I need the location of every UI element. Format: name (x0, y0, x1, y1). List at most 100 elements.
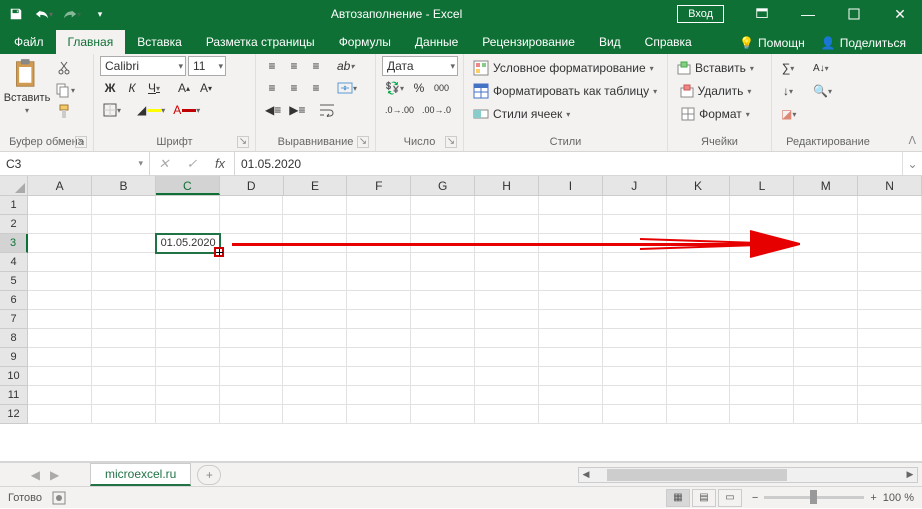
clear-button[interactable]: ◪ (778, 104, 799, 124)
cell-E8[interactable] (283, 329, 347, 348)
cell-E7[interactable] (283, 310, 347, 329)
italic-button[interactable]: К (122, 78, 142, 98)
scroll-thumb[interactable] (607, 469, 787, 481)
cell-styles-button[interactable]: Стили ячеек (470, 104, 660, 124)
cell-B8[interactable] (92, 329, 156, 348)
cell-C11[interactable] (156, 386, 220, 405)
row-header-3[interactable]: 3 (0, 234, 28, 253)
cell-F7[interactable] (347, 310, 411, 329)
cell-K5[interactable] (667, 272, 731, 291)
col-header-C[interactable]: C (156, 176, 220, 195)
cell-A3[interactable] (28, 234, 92, 253)
cell-I8[interactable] (539, 329, 603, 348)
cell-H9[interactable] (475, 348, 539, 367)
cell-D12[interactable] (220, 405, 284, 424)
col-header-A[interactable]: A (28, 176, 92, 195)
cell-G10[interactable] (411, 367, 475, 386)
cell-B6[interactable] (92, 291, 156, 310)
cell-J5[interactable] (603, 272, 667, 291)
cell-N11[interactable] (858, 386, 922, 405)
cut-button[interactable] (52, 58, 78, 78)
cell-F2[interactable] (347, 215, 411, 234)
cell-M6[interactable] (794, 291, 858, 310)
cell-F1[interactable] (347, 196, 411, 215)
cell-G8[interactable] (411, 329, 475, 348)
cell-N5[interactable] (858, 272, 922, 291)
cell-G5[interactable] (411, 272, 475, 291)
cell-A4[interactable] (28, 253, 92, 272)
cell-D10[interactable] (220, 367, 284, 386)
cell-C6[interactable] (156, 291, 220, 310)
tab-home[interactable]: Главная (56, 30, 126, 54)
bold-button[interactable]: Ж (100, 78, 120, 98)
col-header-B[interactable]: B (92, 176, 156, 195)
cell-C10[interactable] (156, 367, 220, 386)
cell-B12[interactable] (92, 405, 156, 424)
cell-L11[interactable] (730, 386, 794, 405)
number-launcher[interactable]: ↘ (445, 136, 457, 148)
cell-H8[interactable] (475, 329, 539, 348)
cell-B11[interactable] (92, 386, 156, 405)
cell-E12[interactable] (283, 405, 347, 424)
cell-M10[interactable] (794, 367, 858, 386)
collapse-ribbon-button[interactable]: ᐱ (908, 134, 916, 147)
fill-handle[interactable] (214, 247, 224, 257)
cell-N2[interactable] (858, 215, 922, 234)
cell-E5[interactable] (283, 272, 347, 291)
cell-D2[interactable] (220, 215, 284, 234)
decrease-indent-button[interactable]: ◀≡ (262, 100, 284, 120)
row-header-7[interactable]: 7 (0, 310, 28, 329)
cell-B4[interactable] (92, 253, 156, 272)
cell-H7[interactable] (475, 310, 539, 329)
cell-L8[interactable] (730, 329, 794, 348)
row-header-12[interactable]: 12 (0, 405, 28, 424)
row-header-5[interactable]: 5 (0, 272, 28, 291)
cell-I9[interactable] (539, 348, 603, 367)
cell-K8[interactable] (667, 329, 731, 348)
cell-M7[interactable] (794, 310, 858, 329)
cell-F8[interactable] (347, 329, 411, 348)
cell-G7[interactable] (411, 310, 475, 329)
number-format-combo[interactable]: Дата (382, 56, 458, 76)
cell-I6[interactable] (539, 291, 603, 310)
cell-K7[interactable] (667, 310, 731, 329)
cell-I5[interactable] (539, 272, 603, 291)
cell-A12[interactable] (28, 405, 92, 424)
cell-L5[interactable] (730, 272, 794, 291)
col-header-K[interactable]: K (667, 176, 731, 195)
macro-record-icon[interactable] (52, 491, 66, 505)
page-break-view-button[interactable]: ▭ (718, 489, 742, 507)
cell-H6[interactable] (475, 291, 539, 310)
underline-button[interactable]: Ч (144, 78, 164, 98)
sort-filter-button[interactable]: A↓ (810, 58, 832, 78)
row-header-9[interactable]: 9 (0, 348, 28, 367)
col-header-H[interactable]: H (475, 176, 539, 195)
cell-E10[interactable] (283, 367, 347, 386)
select-all-button[interactable] (0, 176, 28, 195)
wrap-text-button[interactable] (316, 100, 338, 120)
name-box[interactable]: C3 (0, 152, 150, 175)
cell-A10[interactable] (28, 367, 92, 386)
cell-E1[interactable] (283, 196, 347, 215)
cell-B1[interactable] (92, 196, 156, 215)
align-middle-button[interactable]: ≡ (284, 56, 304, 76)
row-header-10[interactable]: 10 (0, 367, 28, 386)
cell-L12[interactable] (730, 405, 794, 424)
cell-J12[interactable] (603, 405, 667, 424)
cell-D8[interactable] (220, 329, 284, 348)
col-header-I[interactable]: I (539, 176, 603, 195)
copy-button[interactable] (52, 80, 78, 100)
cell-K9[interactable] (667, 348, 731, 367)
cell-B10[interactable] (92, 367, 156, 386)
zoom-level[interactable]: 100 % (883, 492, 914, 504)
increase-indent-button[interactable]: ▶≡ (286, 100, 308, 120)
cell-N10[interactable] (858, 367, 922, 386)
cell-F5[interactable] (347, 272, 411, 291)
enter-formula-button[interactable]: ✓ (178, 156, 206, 172)
cell-L9[interactable] (730, 348, 794, 367)
cell-G4[interactable] (411, 253, 475, 272)
cell-K6[interactable] (667, 291, 731, 310)
font-color-button[interactable]: A (170, 100, 203, 120)
align-right-button[interactable]: ≡ (306, 78, 326, 98)
row-header-2[interactable]: 2 (0, 215, 28, 234)
